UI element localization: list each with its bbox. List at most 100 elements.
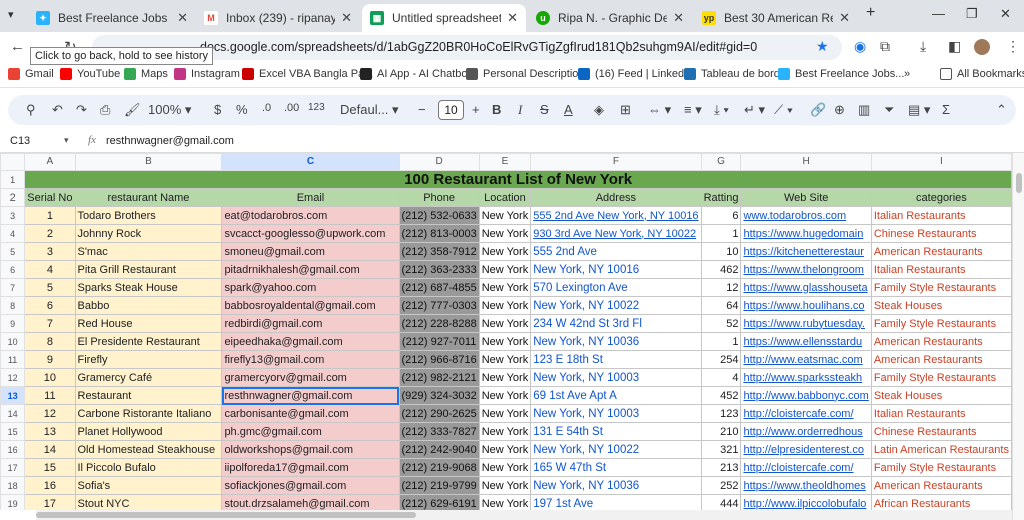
row-header[interactable]: 10 [0,332,26,351]
insert-link-icon[interactable]: 🔗 [810,102,826,118]
name-cell[interactable]: Johnny Rock [74,224,223,243]
phone-cell[interactable]: (212) 813-0003 [398,224,480,243]
name-cell[interactable]: Babbo [74,296,223,315]
header-cell[interactable]: Address [530,188,702,207]
sidepanel-icon[interactable]: ◧ [948,38,961,55]
category-cell[interactable]: Family Style Restaurants [870,458,1012,477]
rating-cell[interactable]: 1 [700,224,742,243]
category-cell[interactable]: American Restaurants [870,242,1012,261]
category-cell[interactable]: Chinese Restaurants [870,224,1012,243]
website-cell[interactable]: http://cloistercafe.com/ [740,404,872,423]
back-icon[interactable]: ← [10,38,25,55]
location-cell[interactable]: New York [478,224,532,243]
phone-cell[interactable]: (212) 966-8716 [398,350,480,369]
tab-spreadsheet[interactable]: ▦ Untitled spreadsheet - Goog ✕ [362,4,526,32]
name-cell[interactable]: Red House [74,314,223,333]
zoom-select[interactable]: 100% ▾ [148,102,191,118]
email-cell[interactable]: svcacct-googlesso@upwork.com [221,224,400,243]
category-cell[interactable]: Latin American Restaurants [870,440,1012,459]
name-cell[interactable]: Restaurant [74,386,223,405]
location-cell[interactable]: New York [478,422,532,441]
email-cell[interactable]: carbonisante@gmail.com [221,404,400,423]
vertical-scrollbar[interactable] [1012,153,1024,520]
row-header[interactable]: 16 [0,440,26,459]
row-header[interactable]: 4 [0,224,26,243]
rating-cell[interactable]: 452 [700,386,742,405]
location-cell[interactable]: New York [478,242,532,261]
phone-cell[interactable]: (212) 242-9040 [398,440,480,459]
rating-cell[interactable]: 462 [700,260,742,279]
address-cell[interactable]: 197 1st Ave [530,494,702,510]
address-cell[interactable]: 570 Lexington Ave [530,278,702,297]
serial-cell[interactable]: 17 [24,494,76,510]
column-header[interactable]: C [221,153,400,171]
phone-cell[interactable]: (212) 333-7827 [398,422,480,441]
address-cell[interactable]: New York, NY 10003 [530,404,702,423]
email-cell[interactable]: spark@yahoo.com [221,278,400,297]
location-cell[interactable]: New York [478,260,532,279]
email-cell[interactable]: babbosroyaldental@gmail.com [221,296,400,315]
email-cell[interactable]: smoneu@gmail.com [221,242,400,261]
bookmark-ai-app[interactable]: AI App - AI Chatbot [360,68,471,80]
row-header[interactable]: 6 [0,260,26,279]
email-cell[interactable]: ph.gmc@gmail.com [221,422,400,441]
address-cell[interactable]: 930 3rd Ave New York, NY 10022 [530,224,702,243]
font-select[interactable]: Defaul... ▾ [340,102,399,118]
insert-chart-icon[interactable]: ▥ [858,102,870,118]
name-cell[interactable]: Sparks Steak House [74,278,223,297]
category-cell[interactable]: American Restaurants [870,350,1012,369]
functions-button[interactable]: Σ [942,102,950,117]
bookmark-star-icon[interactable]: ★ [816,38,829,55]
align-vertical-icon[interactable]: ⤓ ▾ [714,102,729,118]
phone-cell[interactable]: (212) 290-2625 [398,404,480,423]
row-header[interactable]: 19 [0,494,26,510]
serial-cell[interactable]: 7 [24,314,76,333]
paint-format-icon[interactable]: 🖌 [124,102,141,118]
email-cell[interactable]: pitadrnikhalesh@gmail.com [221,260,400,279]
avatar[interactable] [974,39,990,55]
header-cell[interactable]: Ratting [700,188,742,207]
website-cell[interactable]: http://www.babbonyc.com [740,386,872,405]
phone-cell[interactable]: (212) 358-7912 [398,242,480,261]
phone-cell[interactable]: (212) 687-4855 [398,278,480,297]
name-cell[interactable]: S'mac [74,242,223,261]
bookmark-linkedin[interactable]: (16) Feed | LinkedIn [578,68,693,80]
row-header[interactable]: 7 [0,278,26,297]
category-cell[interactable]: Chinese Restaurants [870,422,1012,441]
filter-icon[interactable]: ⏷ [884,102,894,118]
location-cell[interactable]: New York [478,278,532,297]
serial-cell[interactable]: 3 [24,242,76,261]
bookmarks-overflow[interactable]: » [904,68,910,80]
category-cell[interactable]: Italian Restaurants [870,206,1012,225]
row-header[interactable]: 14 [0,404,26,423]
address-cell[interactable]: New York, NY 10016 [530,260,702,279]
merge-cells-icon[interactable]: ⇔ ▾ [648,102,671,118]
download-icon[interactable]: ⤓ [920,38,926,55]
row-header[interactable]: 11 [0,350,26,369]
serial-cell[interactable]: 4 [24,260,76,279]
location-cell[interactable]: New York [478,386,532,405]
serial-cell[interactable]: 6 [24,296,76,315]
formula-input[interactable]: resthnwagner@gmail.com [106,135,234,147]
address-cell[interactable]: 165 W 47th St [530,458,702,477]
name-cell[interactable]: Pita Grill Restaurant [74,260,223,279]
tab-gmail[interactable]: M Inbox (239) - ripanayek@gm ✕ [196,4,360,32]
row-header[interactable]: 12 [0,368,26,387]
new-tab-icon[interactable]: + [866,4,875,22]
address-cell[interactable]: New York, NY 10022 [530,440,702,459]
header-cell[interactable]: Location [478,188,532,207]
category-cell[interactable]: African Restaurants [870,494,1012,510]
rating-cell[interactable]: 12 [700,278,742,297]
phone-cell[interactable]: (212) 219-9068 [398,458,480,477]
rating-cell[interactable]: 321 [700,440,742,459]
address-cell[interactable]: 555 2nd Ave New York, NY 10016 [530,206,702,225]
row-header[interactable]: 2 [0,188,26,207]
print-icon[interactable]: ⎙ [100,102,110,118]
location-cell[interactable]: New York [478,476,532,495]
address-cell[interactable]: 123 E 18th St [530,350,702,369]
phone-cell[interactable]: (929) 324-3032 [398,386,480,405]
email-cell[interactable]: sofiackjones@gmail.com [221,476,400,495]
restore-icon[interactable]: ❐ [966,6,978,22]
email-cell[interactable]: redbirdi@gmail.com [221,314,400,333]
close-window-icon[interactable]: ✕ [1000,6,1011,22]
